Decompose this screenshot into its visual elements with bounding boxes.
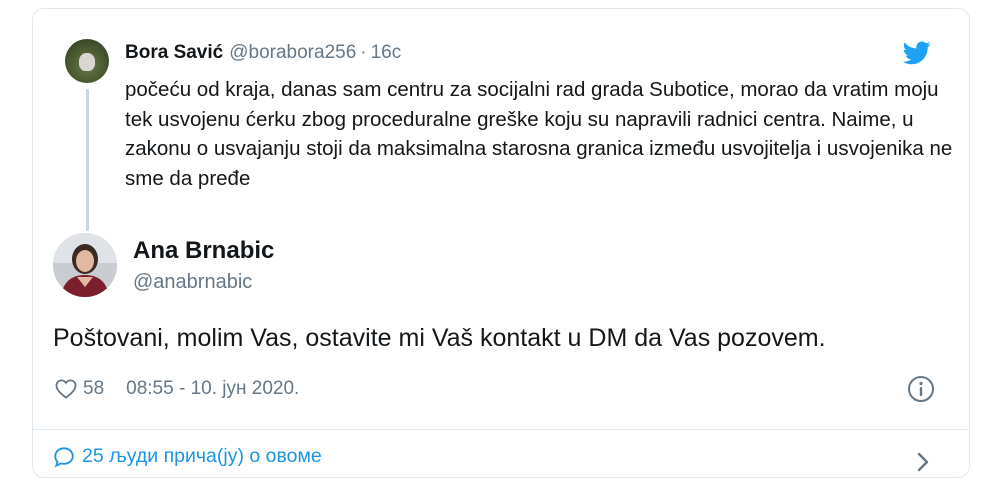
main-user-handle[interactable]: @anabrnabic xyxy=(133,271,252,294)
quoted-tweet-header: Bora Savić @borabora256 · 16с xyxy=(125,42,401,64)
main-user-name[interactable]: Ana Brnabic xyxy=(133,237,274,265)
heart-icon[interactable] xyxy=(55,379,77,399)
main-tweet-text: Poštovani, molim Vas, ostavite mi Vaš ko… xyxy=(53,324,826,352)
quoted-user-handle[interactable]: @borabora256 xyxy=(229,42,356,63)
speech-bubble-icon xyxy=(54,446,74,467)
twitter-bird-icon[interactable] xyxy=(903,41,931,65)
tweet-timestamp[interactable]: 08:55 - 10. јун 2020. xyxy=(126,378,299,400)
main-user-avatar[interactable] xyxy=(53,233,117,297)
conversation-link[interactable]: 25 људи прича(ју) о овоме xyxy=(53,445,322,468)
chevron-right-icon[interactable] xyxy=(915,451,931,473)
header-separator: · xyxy=(360,42,367,63)
conversation-label: 25 људи прича(ју) о овоме xyxy=(82,445,322,467)
tweet-card: Bora Savić @borabora256 · 16с počeću od kra… xyxy=(32,8,970,478)
quoted-user-name[interactable]: Bora Savić xyxy=(125,42,223,63)
thread-connector-line xyxy=(86,89,89,231)
tweet-meta-row: 58 08:55 - 10. јун 2020. xyxy=(55,374,299,404)
info-icon[interactable] xyxy=(907,375,935,403)
quoted-user-avatar[interactable] xyxy=(65,39,109,83)
quoted-tweet-time[interactable]: 16с xyxy=(371,42,402,63)
footer-divider xyxy=(33,429,969,430)
quoted-tweet-text: počeću od kraja, danas sam centru za soc… xyxy=(125,78,953,190)
like-count[interactable]: 58 xyxy=(83,378,104,400)
avatar-photo xyxy=(53,233,117,297)
